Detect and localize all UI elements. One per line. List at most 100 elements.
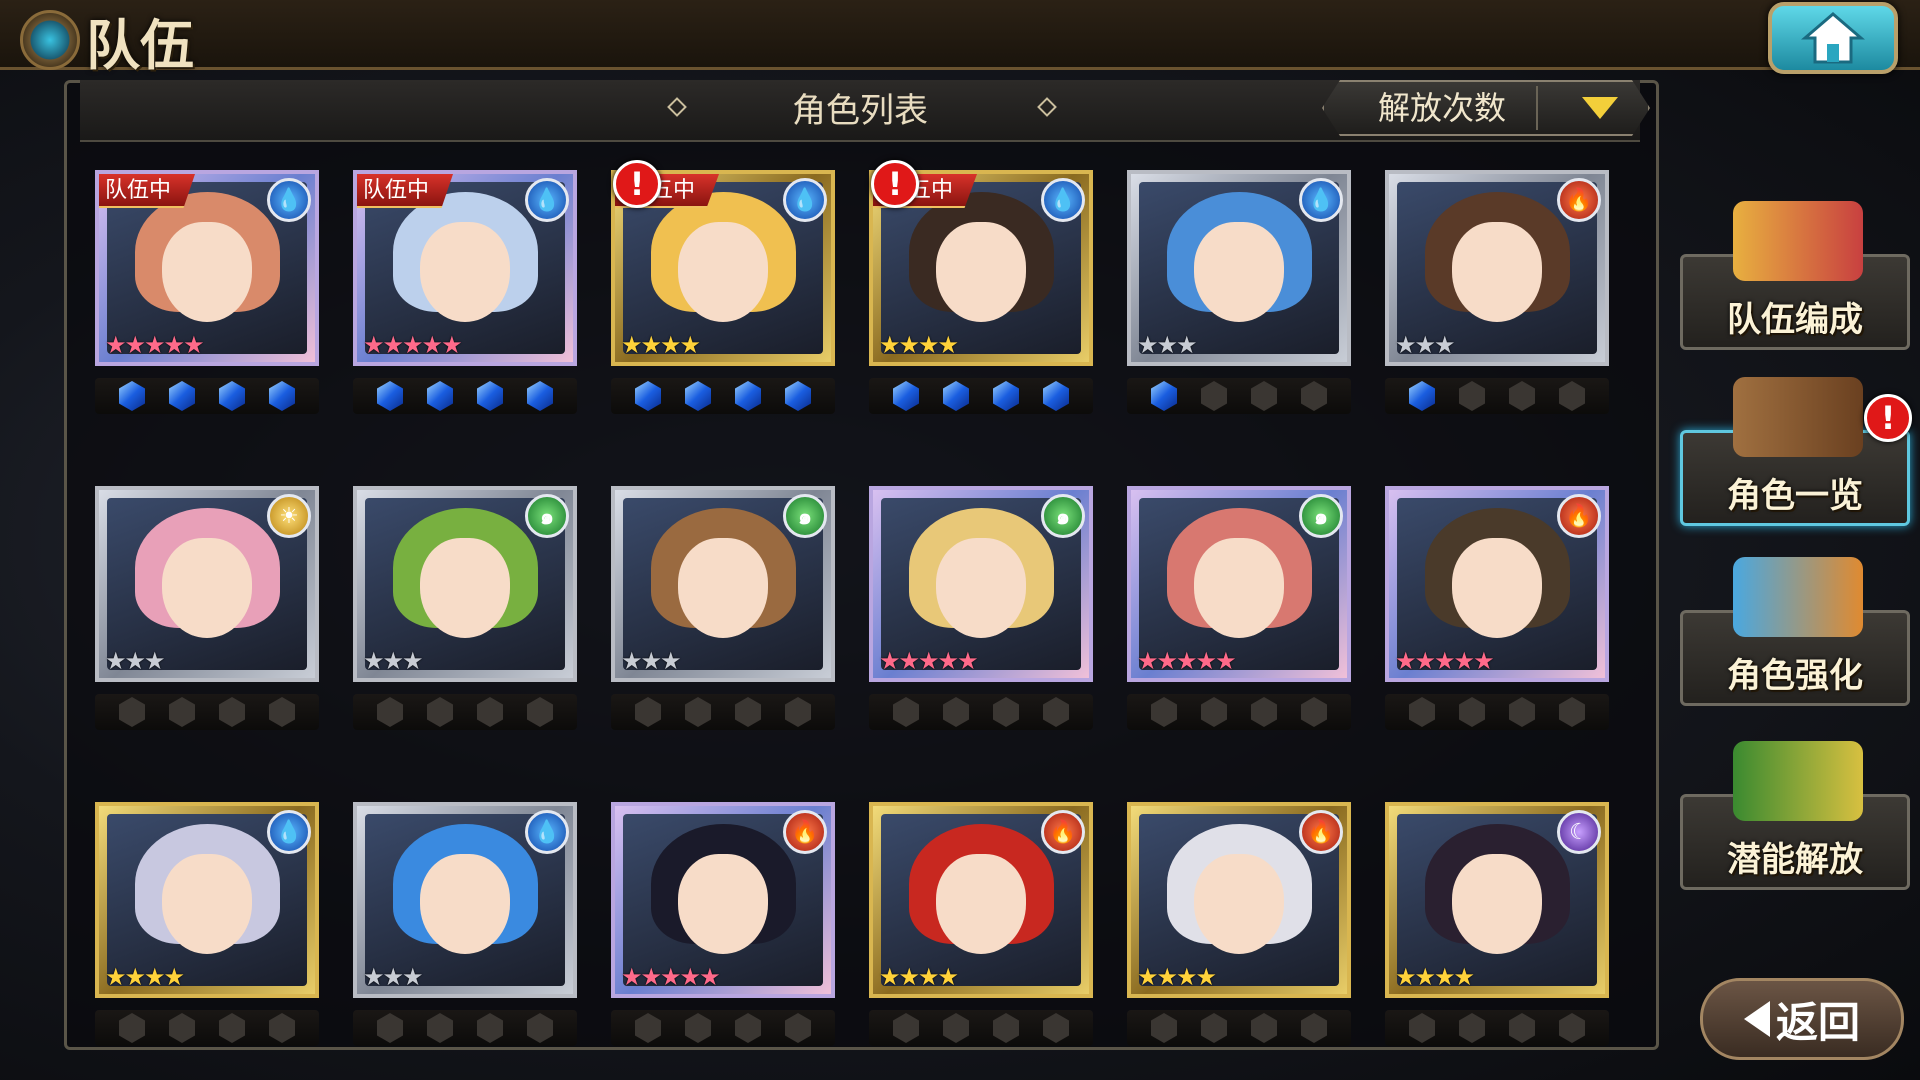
character-card[interactable]: ★★★ ☀ — [95, 486, 319, 682]
gem-filled-icon — [1409, 381, 1435, 411]
alert-icon: ! — [1864, 394, 1912, 442]
character-face — [1194, 222, 1284, 322]
fire-element-icon: 🔥 — [1299, 810, 1343, 854]
light-element-icon: ☀ — [267, 494, 311, 538]
gem-empty-icon — [527, 697, 553, 727]
limit-break-gems — [95, 1010, 319, 1046]
character-face — [936, 854, 1026, 954]
character-card[interactable]: ★★★★ ☾ — [1385, 802, 1609, 998]
water-element-icon: 💧 — [525, 810, 569, 854]
potential-release-button[interactable]: 潜能解放 — [1680, 741, 1910, 890]
gem-empty-icon — [1201, 1013, 1227, 1043]
rarity-stars: ★★★★ — [1137, 963, 1217, 991]
gem-empty-icon — [1301, 381, 1327, 411]
character-face — [1194, 854, 1284, 954]
gem-empty-icon — [1559, 697, 1585, 727]
rarity-stars: ★★★★★ — [879, 647, 979, 675]
character-card[interactable]: ★★★★★ 💧 队伍中 — [353, 170, 577, 366]
character-face — [936, 538, 1026, 638]
water-element-icon: 💧 — [1299, 178, 1343, 222]
gem-empty-icon — [1459, 381, 1485, 411]
character-card[interactable]: ★★★ ๑ — [611, 486, 835, 682]
character-card[interactable]: ★★★★★ 🔥 — [611, 802, 835, 998]
character-card[interactable]: ★★★★★ 💧 队伍中 — [95, 170, 319, 366]
rarity-stars: ★★★★ — [621, 331, 701, 359]
gem-empty-icon — [527, 1013, 553, 1043]
character-card[interactable]: ★★★ 💧 — [353, 802, 577, 998]
character-card[interactable]: ★★★★★ 🔥 — [1385, 486, 1609, 682]
team-formation-button[interactable]: 队伍编成 — [1680, 201, 1910, 350]
fire-element-icon: 🔥 — [1041, 810, 1085, 854]
character-face — [420, 538, 510, 638]
gear-icon — [20, 10, 80, 70]
gem-empty-icon — [993, 1013, 1019, 1043]
gem-filled-icon — [169, 381, 195, 411]
rarity-stars: ★★★ — [105, 647, 166, 675]
in-team-badge: 队伍中 — [357, 174, 454, 208]
gem-empty-icon — [1559, 1013, 1585, 1043]
gem-empty-icon — [1043, 1013, 1069, 1043]
character-card[interactable]: ★★★★ 🔥 — [869, 802, 1093, 998]
character-face — [1452, 538, 1542, 638]
limit-break-gems — [1127, 378, 1351, 414]
limit-break-gems — [869, 694, 1093, 730]
gem-empty-icon — [735, 1013, 761, 1043]
back-button[interactable]: 返回 — [1700, 978, 1904, 1060]
gem-empty-icon — [635, 1013, 661, 1043]
limit-break-gems — [869, 378, 1093, 414]
rarity-stars: ★★★ — [621, 647, 682, 675]
gem-filled-icon — [993, 381, 1019, 411]
limit-break-gems — [611, 1010, 835, 1046]
gem-filled-icon — [269, 381, 295, 411]
fire-element-icon: 🔥 — [1557, 178, 1601, 222]
gem-empty-icon — [1151, 1013, 1177, 1043]
character-face — [678, 222, 768, 322]
character-face — [1452, 854, 1542, 954]
rarity-stars: ★★★★★ — [1395, 647, 1495, 675]
gem-empty-icon — [1459, 697, 1485, 727]
character-enhance-button[interactable]: 角色强化 — [1680, 557, 1910, 706]
gem-filled-icon — [635, 381, 661, 411]
gem-empty-icon — [1201, 381, 1227, 411]
character-card[interactable]: ★★★★ 💧 — [95, 802, 319, 998]
limit-break-gems — [353, 694, 577, 730]
gem-empty-icon — [1201, 697, 1227, 727]
sort-dropdown[interactable]: 解放次数 — [1322, 80, 1650, 136]
gem-empty-icon — [1509, 381, 1535, 411]
gem-empty-icon — [893, 1013, 919, 1043]
character-list-button[interactable]: 角色一览 — [1680, 377, 1910, 526]
gem-empty-icon — [1301, 697, 1327, 727]
rarity-stars: ★★★★★ — [1137, 647, 1237, 675]
water-element-icon: 💧 — [267, 178, 311, 222]
character-face — [162, 854, 252, 954]
character-card[interactable]: ★★★★★ ๑ — [869, 486, 1093, 682]
character-card[interactable]: ★★★★ 🔥 — [1127, 802, 1351, 998]
gem-empty-icon — [169, 1013, 195, 1043]
gem-empty-icon — [685, 1013, 711, 1043]
gem-empty-icon — [477, 697, 503, 727]
character-card[interactable]: ★★★ ๑ — [353, 486, 577, 682]
character-card[interactable]: ★★★★★ ๑ — [1127, 486, 1351, 682]
gem-empty-icon — [943, 1013, 969, 1043]
gem-empty-icon — [1043, 697, 1069, 727]
gem-empty-icon — [635, 697, 661, 727]
character-card[interactable]: ★★★ 💧 — [1127, 170, 1351, 366]
fire-element-icon: 🔥 — [1557, 494, 1601, 538]
rarity-stars: ★★★★ — [105, 963, 185, 991]
gem-empty-icon — [169, 697, 195, 727]
character-card[interactable]: ★★★ 🔥 — [1385, 170, 1609, 366]
limit-break-gems — [1127, 1010, 1351, 1046]
home-button[interactable] — [1768, 2, 1898, 74]
wind-element-icon: ๑ — [1299, 494, 1343, 538]
potential-release-label: 潜能解放 — [1727, 840, 1863, 880]
rarity-stars: ★★★★★ — [621, 963, 721, 991]
limit-break-gems — [95, 378, 319, 414]
gem-filled-icon — [527, 381, 553, 411]
gem-empty-icon — [1409, 697, 1435, 727]
character-face — [162, 538, 252, 638]
rarity-stars: ★★★ — [1137, 331, 1198, 359]
screen-title-text: 队伍 — [86, 12, 194, 77]
gem-empty-icon — [119, 1013, 145, 1043]
water-element-icon: 💧 — [783, 178, 827, 222]
gem-empty-icon — [269, 1013, 295, 1043]
